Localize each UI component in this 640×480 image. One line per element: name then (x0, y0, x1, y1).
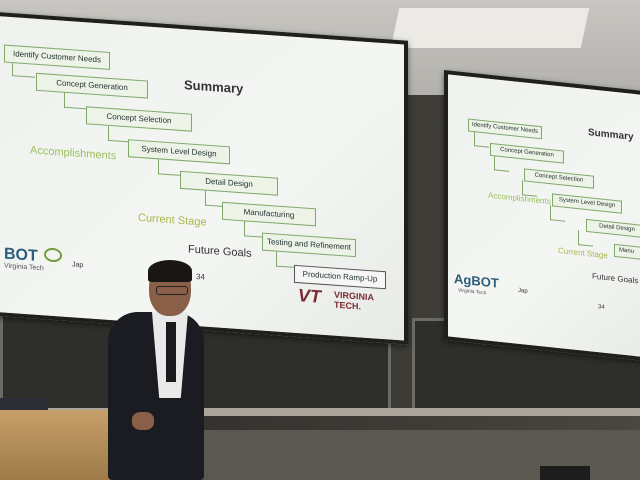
connector (578, 230, 593, 247)
page-number: 34 (196, 271, 205, 282)
label-accomplishments: Accomplishments (488, 190, 551, 207)
connector (550, 205, 565, 222)
logo-leaf-icon (44, 247, 63, 263)
logo-subtitle: Virginia Tech (4, 262, 44, 273)
vt-logo-text-2: TECH. (334, 299, 361, 312)
connector (474, 131, 489, 148)
vt-logo-mark: VT (298, 285, 322, 307)
label-future-goals: Future Goals (188, 243, 252, 260)
page-number: 34 (598, 304, 605, 311)
presenter-hand (132, 412, 154, 430)
presenter-hair (148, 260, 192, 282)
step-system-level-design: System Level Design (128, 139, 230, 165)
slide-title: Summary (588, 127, 634, 143)
step-manufacturing: Manu (614, 243, 640, 263)
projection-screen-left: Summary Identify Customer Needs Concept … (0, 12, 408, 345)
ceiling-light (390, 8, 590, 48)
step-detail-design: Detail Design (586, 218, 640, 239)
label-future-goals: Future Goals (592, 271, 639, 286)
slide-title: Summary (184, 77, 244, 97)
slide-left: Summary Identify Customer Needs Concept … (0, 16, 404, 341)
monitor-top (540, 466, 590, 480)
connector (494, 155, 509, 172)
step-concept-generation: Concept Generation (36, 72, 148, 99)
step-concept-selection: Concept Selection (86, 106, 192, 132)
podium (0, 410, 122, 480)
step-manufacturing: Manufacturing (222, 201, 316, 227)
laptop-edge (0, 398, 48, 410)
step-detail-design: Detail Design (180, 170, 278, 196)
presenter-name: Jap (518, 287, 528, 295)
slide-right: Summary Identify Customer Needs Concept … (448, 74, 640, 359)
label-current-stage: Current Stage (558, 245, 608, 261)
presenter-name: Jap (72, 261, 84, 270)
projection-screen-right: Summary Identify Customer Needs Concept … (444, 70, 640, 363)
label-accomplishments: Accomplishments (30, 144, 117, 163)
presenter-glasses (156, 286, 188, 295)
label-current-stage: Current Stage (138, 211, 207, 229)
presenter-tie (166, 322, 176, 382)
